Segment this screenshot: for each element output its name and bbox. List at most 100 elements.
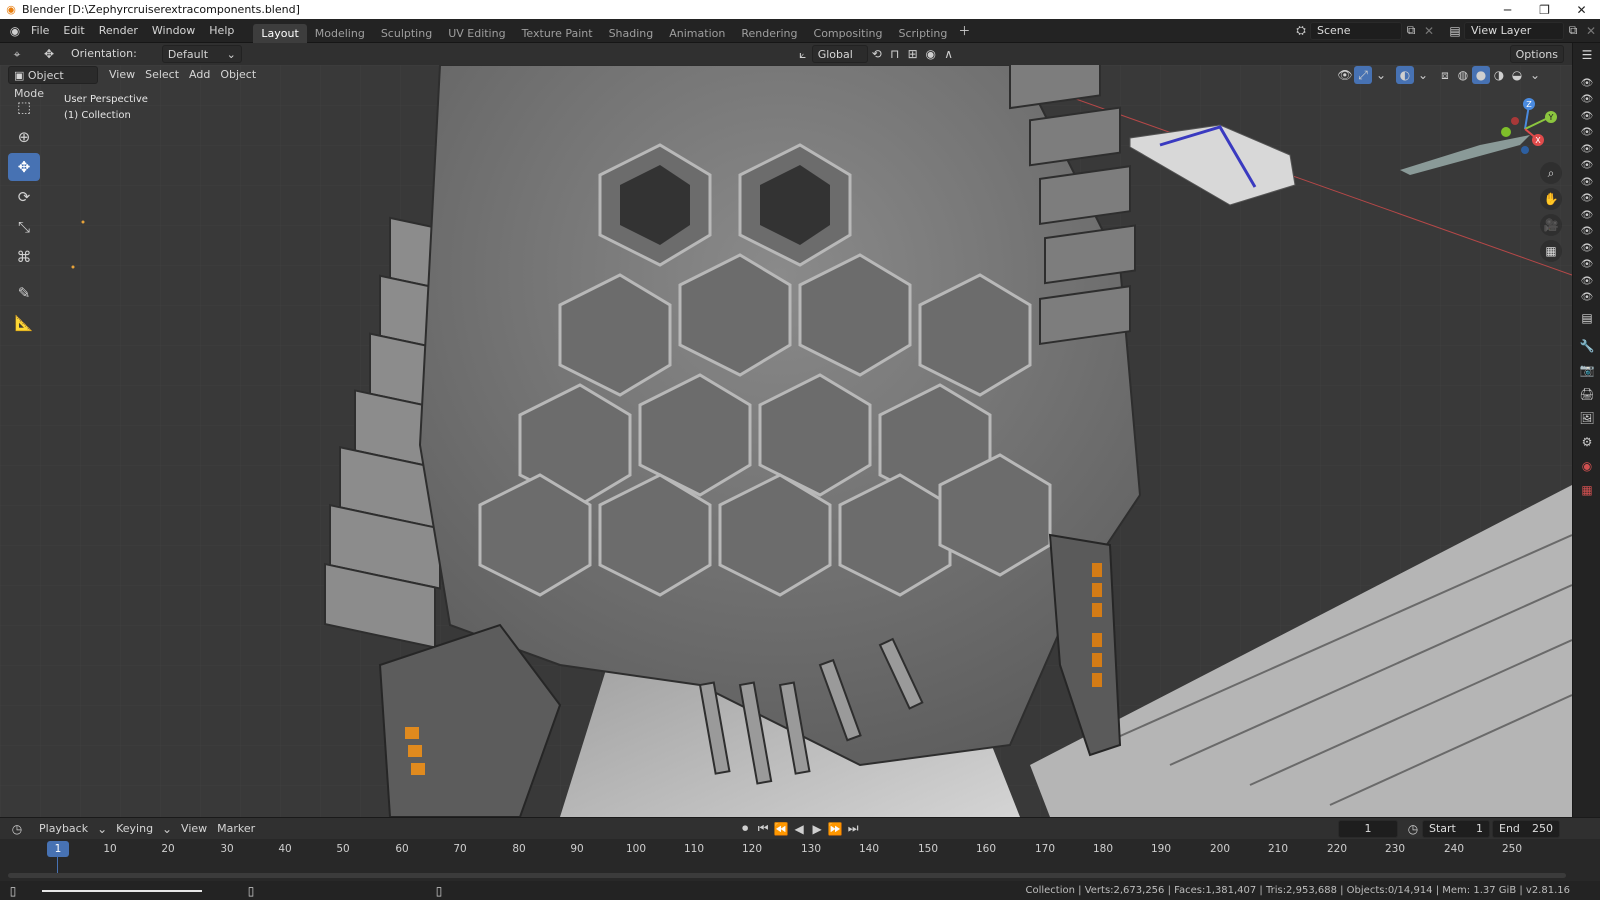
transform-space-dropdown[interactable]: Global: [811, 45, 868, 63]
output-properties-icon[interactable]: 🖨: [1573, 382, 1600, 406]
tab-modeling[interactable]: Modeling: [307, 24, 373, 43]
ortho-toggle-icon[interactable]: ▦: [1540, 240, 1562, 262]
scene-icon[interactable]: ⛭: [1292, 22, 1310, 40]
menu-file[interactable]: File: [24, 19, 56, 43]
add-workspace-icon[interactable]: ＋: [955, 22, 973, 40]
preview-range-icon[interactable]: ◷: [1404, 820, 1422, 838]
tab-sculpting[interactable]: Sculpting: [373, 24, 440, 43]
tab-uv-editing[interactable]: UV Editing: [440, 24, 513, 43]
new-scene-icon[interactable]: ⧉: [1402, 22, 1420, 40]
visibility-eye-icon[interactable]: 👁: [1573, 75, 1600, 92]
3d-viewport[interactable]: [0, 65, 1572, 817]
show-gizmo-icon[interactable]: ⤢: [1354, 66, 1372, 84]
cursor-tool-icon[interactable]: ⊕: [8, 123, 40, 151]
select-box-tool-icon[interactable]: ⬚: [8, 93, 40, 121]
remove-view-layer-icon[interactable]: ✕: [1582, 22, 1600, 40]
visibility-eye-icon[interactable]: 👁: [1573, 191, 1600, 208]
annotate-tool-icon[interactable]: ✎: [8, 279, 40, 307]
visibility-eye-icon[interactable]: 👁: [1573, 273, 1600, 290]
menu-window[interactable]: Window: [145, 19, 202, 43]
xray-icon[interactable]: ⧈: [1436, 66, 1454, 84]
start-frame-field[interactable]: Start 1: [1422, 819, 1490, 838]
zoom-icon[interactable]: ⌕: [1540, 162, 1562, 184]
properties-editor-icon[interactable]: ▤: [1573, 306, 1600, 330]
editor-type-clock-icon[interactable]: ◷: [8, 820, 26, 838]
scene-field[interactable]: Scene: [1310, 21, 1402, 40]
jump-start-icon[interactable]: ⏮: [754, 820, 772, 838]
prev-keyframe-icon[interactable]: ⏪: [772, 820, 790, 838]
snap-icon[interactable]: ⊓: [886, 45, 904, 63]
editor-type-icon[interactable]: ⌖: [8, 45, 26, 63]
tool-properties-icon[interactable]: 🔧: [1573, 334, 1600, 358]
measure-tool-icon[interactable]: 📐: [8, 309, 40, 337]
gizmo-options-icon[interactable]: ⌄: [1372, 66, 1390, 84]
solid-shading-icon[interactable]: ●: [1472, 66, 1490, 84]
visibility-eye-icon[interactable]: 👁: [1573, 224, 1600, 241]
visibility-eye-icon[interactable]: 👁: [1573, 240, 1600, 257]
timeline-scrollbar[interactable]: [8, 873, 1566, 878]
transform-gizmo-icon[interactable]: ✥: [40, 45, 58, 63]
material-shading-icon[interactable]: ◑: [1490, 66, 1508, 84]
tab-animation[interactable]: Animation: [661, 24, 733, 43]
navigation-gizmo[interactable]: Z Y X: [1495, 95, 1563, 163]
frame-ruler[interactable]: 1 10 20 30 40 50 60 70 80 90 100 110 120…: [0, 839, 1600, 859]
playhead[interactable]: 1: [47, 841, 69, 857]
maximize-button[interactable]: ❐: [1526, 0, 1563, 19]
end-frame-field[interactable]: End 250: [1492, 819, 1560, 838]
play-reverse-icon[interactable]: ◀: [790, 820, 808, 838]
transform-tool-icon[interactable]: ⌘: [8, 243, 40, 271]
menu-keying[interactable]: Keying: [111, 820, 158, 838]
render-properties-icon[interactable]: 📷: [1573, 358, 1600, 382]
scene-properties-icon[interactable]: ⚙: [1573, 430, 1600, 454]
falloff-icon[interactable]: ∧: [940, 45, 958, 63]
new-view-layer-icon[interactable]: ⧉: [1564, 22, 1582, 40]
tab-compositing[interactable]: Compositing: [806, 24, 891, 43]
menu-marker[interactable]: Marker: [212, 820, 260, 838]
minimize-button[interactable]: ─: [1489, 0, 1526, 19]
next-keyframe-icon[interactable]: ⏩: [826, 820, 844, 838]
tab-shading[interactable]: Shading: [601, 24, 662, 43]
visibility-eye-icon[interactable]: 👁: [1573, 174, 1600, 191]
menu-playback[interactable]: Playback: [34, 820, 93, 838]
tab-texture-paint[interactable]: Texture Paint: [514, 24, 601, 43]
visibility-eye-icon[interactable]: 👁: [1573, 125, 1600, 142]
rendered-shading-icon[interactable]: ◒: [1508, 66, 1526, 84]
menu-view[interactable]: View: [104, 66, 140, 84]
tab-layout[interactable]: Layout: [253, 23, 307, 43]
visibility-eye-icon[interactable]: 👁: [1573, 108, 1600, 125]
visibility-eye-icon[interactable]: 👁: [1573, 290, 1600, 307]
pan-hand-icon[interactable]: ✋: [1540, 188, 1562, 210]
blender-menu-icon[interactable]: ◉: [6, 22, 24, 40]
view-layer-field[interactable]: View Layer: [1464, 21, 1564, 40]
view-layer-properties-icon[interactable]: 🖼: [1573, 406, 1600, 430]
orientation-dropdown[interactable]: Default ⌄: [161, 45, 242, 63]
jump-end-icon[interactable]: ⏭: [844, 820, 862, 838]
view-layer-icon[interactable]: ▤: [1446, 22, 1464, 40]
snap-target-icon[interactable]: ⊞: [904, 45, 922, 63]
rotate-tool-icon[interactable]: ⟳: [8, 183, 40, 211]
mode-dropdown[interactable]: ▣ Object Mode: [8, 66, 98, 100]
camera-view-icon[interactable]: 🎥: [1540, 214, 1562, 236]
options-dropdown[interactable]: Options: [1509, 45, 1565, 63]
visibility-eye-icon[interactable]: 👁: [1573, 207, 1600, 224]
shading-options-icon[interactable]: ⌄: [1526, 66, 1544, 84]
menu-help[interactable]: Help: [202, 19, 241, 43]
menu-add[interactable]: Add: [184, 66, 215, 84]
menu-render[interactable]: Render: [92, 19, 145, 43]
play-icon[interactable]: ▶: [808, 820, 826, 838]
visibility-eye-icon[interactable]: 👁: [1573, 257, 1600, 274]
remove-scene-icon[interactable]: ✕: [1420, 22, 1438, 40]
overlay-options-icon[interactable]: ⌄: [1414, 66, 1432, 84]
menu-object[interactable]: Object: [215, 66, 261, 84]
wireframe-shading-icon[interactable]: ◍: [1454, 66, 1472, 84]
current-frame-field[interactable]: 1: [1338, 819, 1398, 838]
show-overlays-icon[interactable]: ◐: [1396, 66, 1414, 84]
proportional-edit-icon[interactable]: ◉: [922, 45, 940, 63]
record-icon[interactable]: ⏺: [736, 820, 754, 838]
menu-timeline-view[interactable]: View: [176, 820, 212, 838]
texture-properties-icon[interactable]: ▦: [1573, 478, 1600, 502]
world-properties-icon[interactable]: ◉: [1573, 454, 1600, 478]
visibility-eye-icon[interactable]: 👁: [1573, 158, 1600, 175]
visibility-eye-icon[interactable]: 👁: [1573, 141, 1600, 158]
tab-rendering[interactable]: Rendering: [733, 24, 805, 43]
